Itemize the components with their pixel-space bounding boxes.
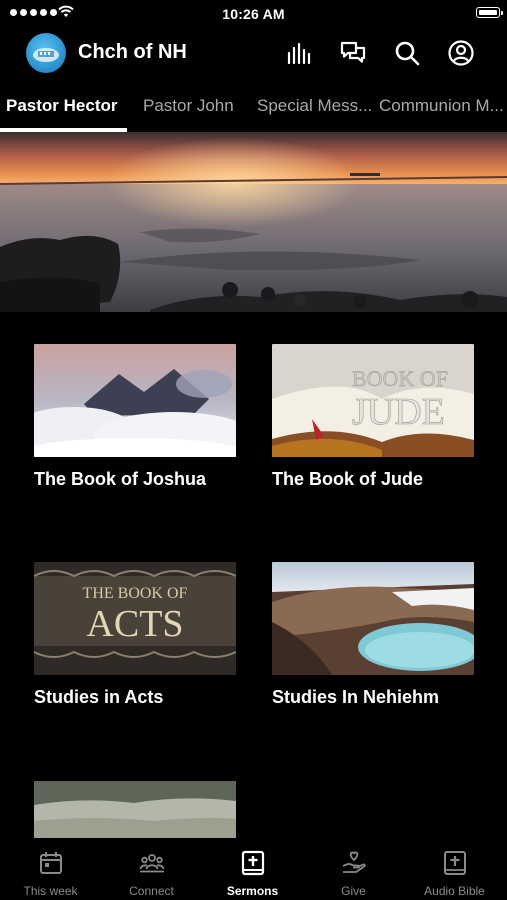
jude-image-line1: BOOK OF bbox=[352, 366, 448, 391]
sermons-book-icon bbox=[241, 850, 264, 876]
series-card-acts[interactable]: THE BOOK OF ACTS Studies in Acts bbox=[34, 562, 236, 708]
series-thumbnail-meadow[interactable] bbox=[34, 781, 236, 838]
series-thumbnail-crater-lake[interactable] bbox=[272, 562, 474, 675]
tab-pastor-hector[interactable]: Pastor Hector bbox=[6, 96, 117, 116]
jude-image-line2: JUDE bbox=[352, 391, 445, 433]
series-card-nehemiah[interactable]: Studies In Nehiehm bbox=[272, 562, 474, 708]
account-icon[interactable] bbox=[447, 39, 475, 67]
bottom-navigation: This week Connect Sermons Give Audio Bib… bbox=[0, 838, 507, 900]
series-title: The Book of Jude bbox=[272, 469, 424, 489]
church-logo[interactable] bbox=[26, 33, 66, 73]
nav-this-week[interactable]: This week bbox=[0, 838, 101, 900]
tab-special-messages[interactable]: Special Mess... bbox=[257, 96, 372, 116]
status-time: 10:26 AM bbox=[222, 6, 285, 22]
audio-bible-icon bbox=[443, 851, 466, 875]
series-title: Studies In Nehiehm bbox=[272, 687, 440, 707]
series-thumbnail-clouds-mountains[interactable] bbox=[34, 344, 236, 457]
series-thumbnail-open-bible[interactable]: BOOK OF JUDE bbox=[272, 344, 474, 457]
nav-label: Give bbox=[341, 884, 366, 898]
nav-give[interactable]: Give bbox=[303, 838, 404, 900]
nav-label: Audio Bible bbox=[424, 884, 485, 898]
nav-sermons[interactable]: Sermons bbox=[202, 838, 303, 900]
series-card-jude[interactable]: BOOK OF JUDE The Book of Jude bbox=[272, 344, 474, 490]
app-header: Chch of NH bbox=[0, 30, 507, 76]
acts-image-line2: ACTS bbox=[86, 603, 183, 645]
podcast-icon[interactable] bbox=[285, 39, 313, 67]
nav-label: Sermons bbox=[226, 884, 279, 898]
give-hand-icon bbox=[342, 851, 366, 873]
nav-label: Connect bbox=[129, 884, 174, 898]
nav-label: This week bbox=[23, 884, 78, 898]
sermon-category-tabs: Pastor Hector Pastor John Special Mess..… bbox=[0, 86, 507, 132]
tab-pastor-john[interactable]: Pastor John bbox=[143, 96, 234, 116]
series-thumbnail-ornate-title[interactable]: THE BOOK OF ACTS bbox=[34, 562, 236, 675]
search-icon[interactable] bbox=[393, 39, 421, 67]
nav-audio-bible[interactable]: Audio Bible bbox=[404, 838, 505, 900]
series-card-joshua[interactable]: The Book of Joshua bbox=[34, 344, 236, 490]
battery-icon bbox=[476, 7, 503, 18]
nav-connect[interactable]: Connect bbox=[101, 838, 202, 900]
banner-image bbox=[0, 132, 507, 312]
acts-image-line1: THE BOOK OF bbox=[83, 585, 188, 602]
series-title: Studies in Acts bbox=[34, 687, 164, 707]
series-title: The Book of Joshua bbox=[34, 469, 207, 489]
chat-icon[interactable] bbox=[339, 39, 367, 67]
calendar-icon bbox=[39, 852, 62, 874]
tab-communion-messages[interactable]: Communion M... bbox=[379, 96, 504, 116]
app-title: Chch of NH bbox=[78, 41, 187, 63]
series-card-meadow[interactable] bbox=[34, 781, 236, 838]
people-icon bbox=[139, 854, 164, 873]
status-bar: 10:26 AM bbox=[0, 0, 507, 28]
